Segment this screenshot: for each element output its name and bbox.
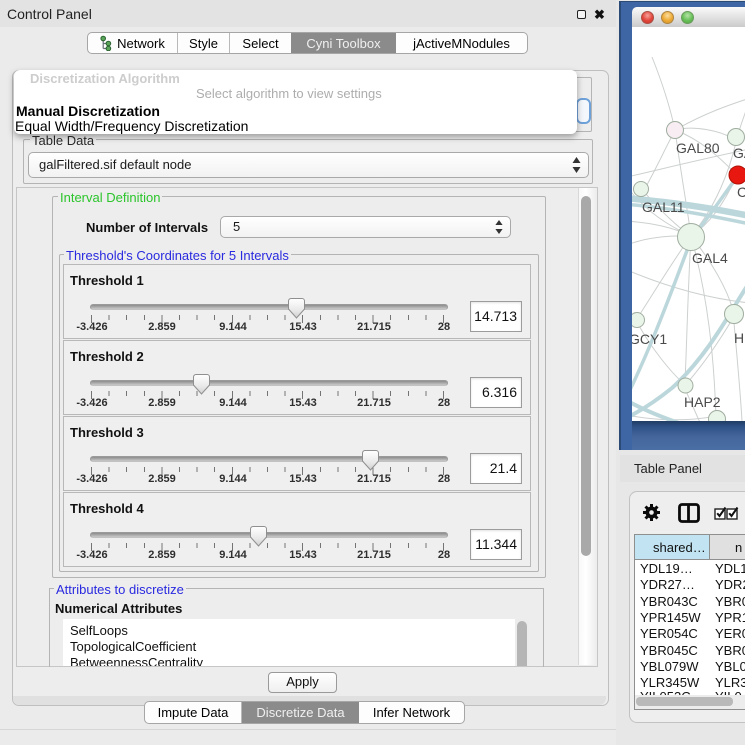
- svg-text:H: H: [734, 330, 744, 346]
- svg-text:GCY1: GCY1: [632, 331, 667, 347]
- svg-text:C: C: [737, 184, 745, 200]
- svg-text:GAL80: GAL80: [676, 140, 720, 156]
- svg-text:HAP2: HAP2: [684, 394, 721, 410]
- svg-text:GA: GA: [733, 145, 745, 161]
- svg-text:GAL11: GAL11: [642, 199, 685, 215]
- svg-text:GAL4: GAL4: [692, 250, 728, 266]
